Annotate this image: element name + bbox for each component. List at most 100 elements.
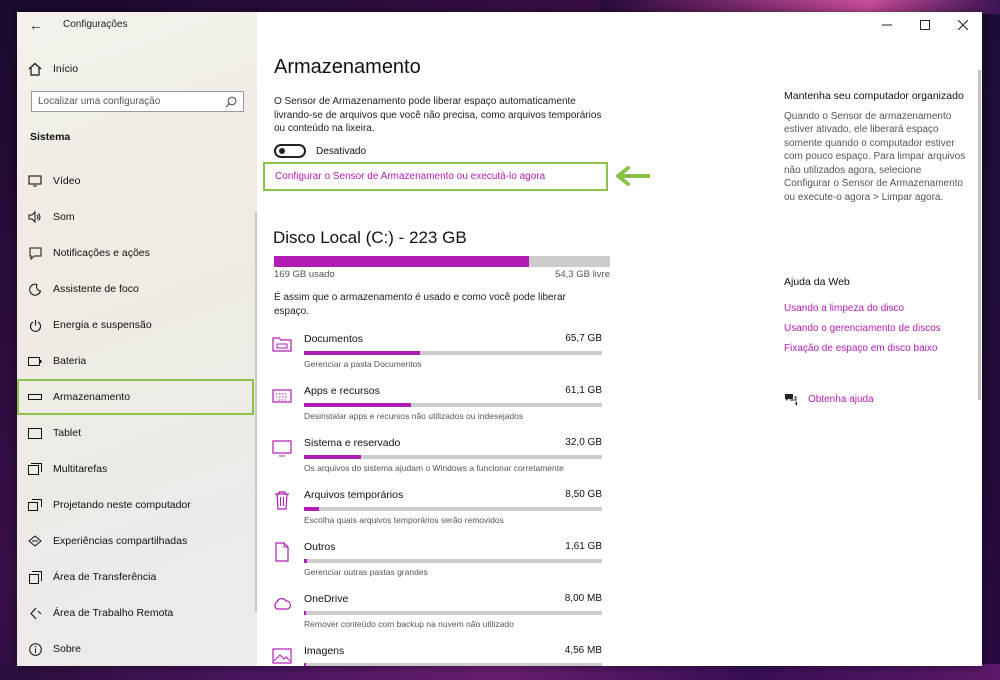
category-size: 65,7 GB <box>565 333 602 344</box>
power-icon <box>27 317 43 333</box>
sidebar-item-projecting[interactable]: Projetando neste computador <box>17 487 257 523</box>
category-desc: Remover conteúdo com backup na nuvem não… <box>304 619 514 629</box>
search-input[interactable]: Localizar uma configuração <box>31 91 244 112</box>
link-disk-management[interactable]: Usando o gerenciamento de discos <box>784 322 941 342</box>
sidebar-item-label: Som <box>53 211 75 223</box>
search-placeholder: Localizar uma configuração <box>38 96 161 107</box>
sidebar-item-battery[interactable]: Bateria <box>17 343 257 379</box>
projecting-icon <box>27 497 43 513</box>
sidebar-item-label: Armazenamento <box>53 391 131 403</box>
category-bar <box>304 507 602 511</box>
sidebar-item-tablet[interactable]: Tablet <box>17 415 257 451</box>
sidebar-item-remote-desktop[interactable]: Área de Trabalho Remota <box>17 595 257 631</box>
category-others[interactable]: Outros 1,61 GB Gerenciar outras pastas g… <box>272 538 607 590</box>
category-size: 4,56 MB <box>564 645 602 656</box>
sidebar-item-focus-assist[interactable]: Assistente de foco <box>17 271 257 307</box>
category-bar-fill <box>304 507 319 511</box>
sidebar-item-label: Vídeo <box>53 175 81 187</box>
sidebar-item-clipboard[interactable]: Área de Transferência <box>17 559 257 595</box>
sidebar-item-multitasking[interactable]: Multitarefas <box>17 451 257 487</box>
link-disk-cleanup[interactable]: Usando a limpeza do disco <box>784 302 941 322</box>
info-panel: Mantenha seu computador organizado Quand… <box>784 90 969 204</box>
multitasking-icon <box>27 461 43 477</box>
home-button[interactable]: Início <box>27 58 78 80</box>
category-desc: Escolha quais arquivos temporários serão… <box>304 515 504 525</box>
category-name: OneDrive <box>304 593 349 605</box>
shared-experiences-icon <box>27 533 43 549</box>
sidebar-item-label: Área de Trabalho Remota <box>53 607 174 619</box>
category-name: Documentos <box>304 333 363 345</box>
link-low-disk-space[interactable]: Fixação de espaço em disco baixo <box>784 342 941 362</box>
system-icon <box>272 438 292 458</box>
category-desc: Gerenciar outras pastas grandes <box>304 567 428 577</box>
category-images[interactable]: Imagens 4,56 MB <box>272 642 607 666</box>
remote-desktop-icon <box>27 605 43 621</box>
chat-help-icon <box>784 392 798 406</box>
storage-sense-description: O Sensor de Armazenamento pode liberar e… <box>274 96 602 134</box>
close-icon <box>958 20 968 30</box>
category-bar <box>304 403 602 407</box>
configure-storage-sense-link[interactable]: Configurar o Sensor de Armazenamento ou … <box>275 171 545 182</box>
web-help-title: Ajuda da Web <box>784 276 850 288</box>
trash-icon <box>272 490 292 510</box>
category-apps[interactable]: Apps e recursos 61,1 GB Desinstalar apps… <box>272 382 607 434</box>
maximize-button[interactable] <box>906 12 944 38</box>
sidebar-item-label: Sobre <box>53 643 82 655</box>
sidebar-item-label: Experiências compartilhadas <box>53 535 188 547</box>
category-documents[interactable]: Documentos 65,7 GB Gerenciar a pasta Doc… <box>272 330 607 382</box>
info-panel-text: Quando o Sensor de armazenamento estiver… <box>784 110 966 203</box>
tablet-icon <box>27 425 43 441</box>
maximize-icon <box>920 20 930 30</box>
category-bar-fill <box>304 403 412 407</box>
onedrive-icon <box>272 594 292 614</box>
search-icon <box>224 95 238 109</box>
category-bar <box>304 455 602 459</box>
category-bar-fill <box>304 351 421 355</box>
focus-assist-icon <box>27 281 43 297</box>
sidebar-item-about[interactable]: Sobre <box>17 631 257 666</box>
minimize-icon <box>882 24 892 26</box>
category-desc: Gerenciar a pasta Documentos <box>304 359 422 369</box>
notifications-icon <box>27 245 43 261</box>
home-label: Início <box>53 63 79 75</box>
back-arrow-icon[interactable]: ← <box>27 17 45 33</box>
category-name: Imagens <box>304 645 345 657</box>
highlight-arrow-icon <box>616 166 650 186</box>
sidebar-item-label: Tablet <box>53 427 82 439</box>
category-size: 8,50 GB <box>565 489 602 500</box>
category-temp-files[interactable]: Arquivos temporários 8,50 GB Escolha qua… <box>272 486 607 538</box>
sidebar-item-storage[interactable]: Armazenamento <box>17 379 254 415</box>
main-content: Armazenamento O Sensor de Armazenamento … <box>257 12 982 666</box>
category-size: 61,1 GB <box>565 385 602 396</box>
sidebar-item-power[interactable]: Energia e suspensão <box>17 307 257 343</box>
sidebar-item-label: Projetando neste computador <box>53 499 191 511</box>
sidebar-nav: Vídeo Som Notificações e ações Assistent… <box>17 163 257 666</box>
sidebar-item-video[interactable]: Vídeo <box>17 163 257 199</box>
minimize-button[interactable] <box>868 12 906 38</box>
configure-link-highlight: Configurar o Sensor de Armazenamento ou … <box>263 162 608 191</box>
close-button[interactable] <box>944 12 982 38</box>
category-onedrive[interactable]: OneDrive 8,00 MB Remover conteúdo com ba… <box>272 590 607 642</box>
category-name: Apps e recursos <box>304 385 380 397</box>
category-system[interactable]: Sistema e reservado 32,0 GB Os arquivos … <box>272 434 607 486</box>
main-scrollbar[interactable] <box>978 70 981 400</box>
sidebar-item-shared-experiences[interactable]: Experiências compartilhadas <box>17 523 257 559</box>
get-help-link[interactable]: Obtenha ajuda <box>784 392 874 406</box>
sidebar-item-label: Bateria <box>53 355 87 367</box>
sidebar-item-label: Multitarefas <box>53 463 108 475</box>
category-name: Outros <box>304 541 336 553</box>
page-title: Armazenamento <box>274 56 421 78</box>
storage-sense-toggle[interactable] <box>274 144 306 158</box>
apps-icon <box>272 386 292 406</box>
info-panel-title: Mantenha seu computador organizado <box>784 90 964 102</box>
other-files-icon <box>272 542 292 562</box>
sidebar-item-sound[interactable]: Som <box>17 199 257 235</box>
category-bar-fill <box>304 663 306 666</box>
titlebar: ← Configurações <box>17 12 257 38</box>
category-desc: Desinstalar apps e recursos não utilizad… <box>304 411 524 421</box>
category-desc: Os arquivos do sistema ajudam o Windows … <box>304 463 564 473</box>
sidebar-item-notifications[interactable]: Notificações e ações <box>17 235 257 271</box>
disk-free-label: 54,3 GB livre <box>555 269 610 280</box>
sidebar-item-label: Energia e suspensão <box>53 319 152 331</box>
home-icon <box>27 61 43 77</box>
